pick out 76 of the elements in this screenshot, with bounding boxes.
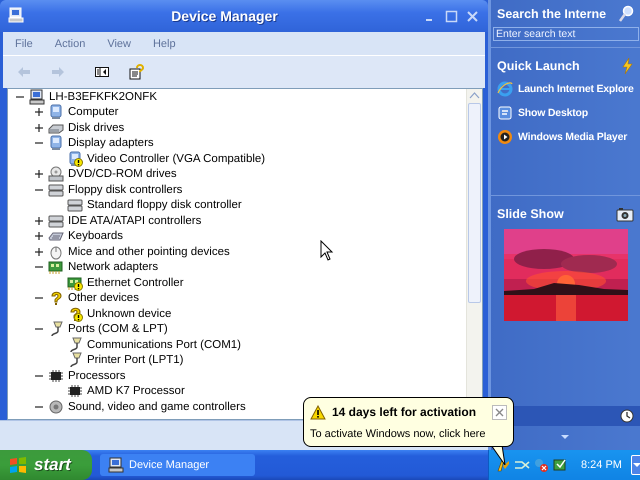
drive-icon <box>48 182 64 198</box>
menu-item[interactable]: Action <box>54 38 86 50</box>
tree-item[interactable]: IDE ATA/ATAPI controllers <box>68 214 202 227</box>
expand-icon[interactable] <box>33 246 45 258</box>
tree-item[interactable]: Standard floppy disk controller <box>87 199 242 212</box>
expand-icon[interactable] <box>33 168 45 180</box>
expand-icon[interactable] <box>33 230 45 242</box>
balloon-title: 14 days left for activation <box>332 405 478 419</box>
tree-item[interactable]: Other devices <box>68 292 139 304</box>
clock-icon <box>620 409 634 423</box>
tree-item[interactable]: LH-B3EFKFK2ONFK <box>49 90 157 103</box>
desktop-icon[interactable] <box>497 105 513 121</box>
tree-item[interactable]: Floppy disk controllers <box>68 184 182 196</box>
close-icon <box>495 408 504 416</box>
section-title: Slide Show <box>497 207 564 221</box>
caret-icon <box>632 462 640 468</box>
tree-item[interactable]: Mice and other pointing devices <box>68 246 230 258</box>
pointer-icon <box>320 240 334 262</box>
expand-icon[interactable] <box>33 122 45 134</box>
computer-icon <box>8 7 26 25</box>
disc-drive-icon <box>48 166 64 182</box>
tree-item[interactable]: Network adapters <box>68 261 158 274</box>
start-button[interactable]: start <box>0 450 92 480</box>
tree-item[interactable]: Ports (COM & LPT) <box>68 323 168 336</box>
expand-icon[interactable] <box>33 214 45 227</box>
tree-item[interactable]: Computer <box>68 106 118 118</box>
network-card-icon <box>48 259 64 276</box>
balloon-message[interactable]: To activate Windows now, click here <box>310 428 507 440</box>
chip-icon <box>48 368 64 384</box>
tree-item[interactable]: Ethernet Controller <box>87 276 184 289</box>
tree-item[interactable]: Processors <box>68 370 126 382</box>
quick-launch-link[interactable]: Launch Internet Explore <box>518 83 634 95</box>
quick-launch-link[interactable]: Show Desktop <box>518 107 588 119</box>
tree-item[interactable]: Communications Port (COM1) <box>87 338 242 351</box>
forward-arrow-icon <box>50 64 66 80</box>
menu-item[interactable]: View <box>107 38 131 50</box>
properties-icon <box>128 64 144 80</box>
clock-time: 8:24 PM <box>581 459 622 471</box>
close-button[interactable] <box>492 404 507 420</box>
window-title: Device Manager <box>170 8 279 24</box>
windows-logo-icon <box>8 456 28 474</box>
section-title: Quick Launch <box>497 59 580 73</box>
pane-icon <box>94 64 110 80</box>
tree-item[interactable]: Disk drives <box>68 122 124 134</box>
camera-icon[interactable] <box>616 206 634 222</box>
chevron-down-icon[interactable] <box>560 434 570 440</box>
maximize-icon[interactable] <box>444 8 459 24</box>
taskbar-button[interactable]: Device Manager <box>100 454 255 476</box>
tree-item[interactable]: Printer Port (LPT1) <box>87 354 184 366</box>
section-title: Search the Interne <box>497 7 606 21</box>
drive-icon <box>48 212 64 229</box>
computer-icon <box>108 457 124 473</box>
tree-item[interactable]: AMD K7 Processor <box>87 385 185 398</box>
activation-tooltip[interactable]: 14 days left for activation To activate Windows now, click here <box>303 397 514 447</box>
tree-item[interactable]: Keyboards <box>68 230 123 242</box>
quick-launch-link[interactable]: Windows Media Player <box>518 131 628 143</box>
warning-icon <box>310 404 326 420</box>
menu-item[interactable]: File <box>15 38 33 50</box>
tray-menu-button[interactable] <box>630 455 640 475</box>
monitor-icon <box>48 135 64 152</box>
lightning-icon <box>620 57 634 75</box>
tree-item[interactable]: Unknown device <box>87 308 172 320</box>
mouse-icon <box>48 244 64 260</box>
monitor-icon <box>48 104 64 120</box>
tree-item[interactable]: Sound, video and game controllers <box>68 400 246 413</box>
search-icon[interactable] <box>618 5 634 23</box>
media-player-icon[interactable] <box>497 129 513 145</box>
expand-icon[interactable] <box>33 106 45 118</box>
search-field[interactable]: Enter search text <box>493 27 639 41</box>
speaker-icon <box>48 398 64 415</box>
tree-item[interactable]: Video Controller (VGA Compatible) <box>87 152 266 165</box>
menu-item[interactable]: Help <box>152 38 176 50</box>
tree-item[interactable]: DVD/CD-ROM drives <box>68 168 177 180</box>
tree-item[interactable]: Display adapters <box>68 137 154 150</box>
close-icon[interactable] <box>465 8 480 24</box>
browser-icon[interactable] <box>497 81 513 97</box>
